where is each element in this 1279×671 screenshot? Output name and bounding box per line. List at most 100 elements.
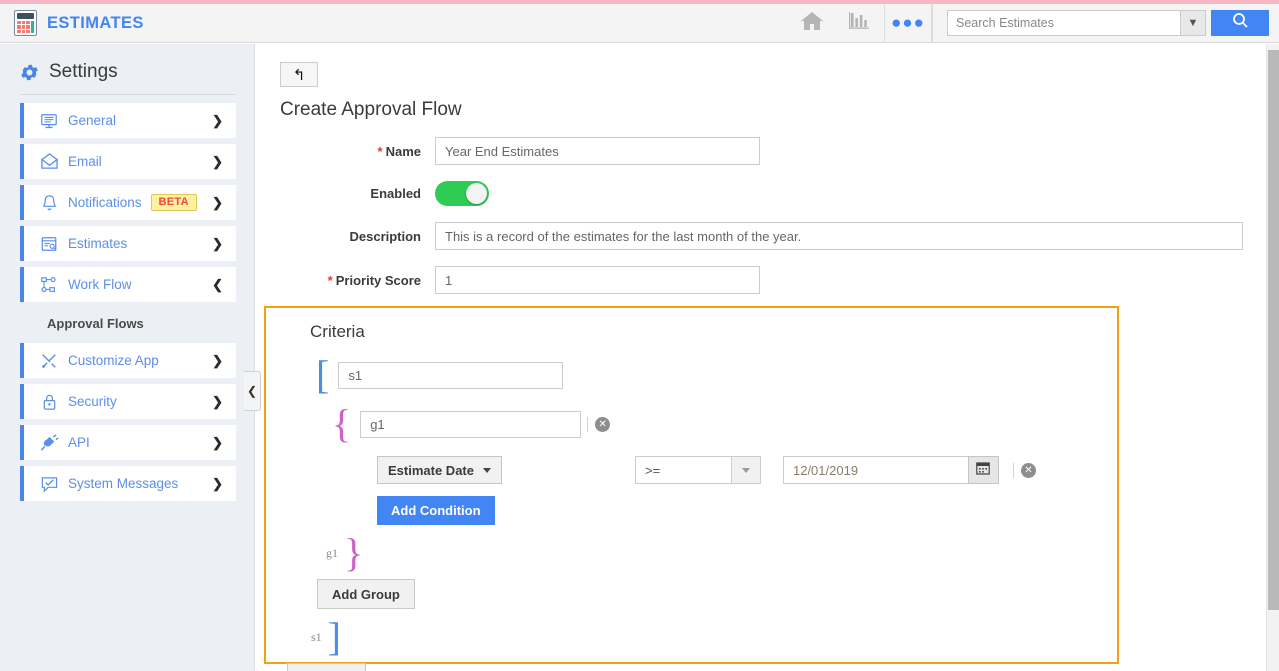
required-marker: * — [328, 273, 333, 288]
magnifier-icon — [1232, 12, 1249, 34]
sidebar-subitem-approval-flows[interactable]: Approval Flows — [0, 308, 254, 343]
search-button[interactable] — [1211, 10, 1269, 36]
group-open-bracket: { — [332, 404, 351, 444]
sidebar-title: Settings — [49, 61, 118, 83]
condition-row: Estimate Date >= — [377, 456, 1117, 484]
home-button[interactable] — [788, 4, 836, 43]
date-input[interactable] — [783, 456, 968, 484]
chevron-right-icon: ❯ — [212, 236, 223, 252]
tools-icon — [36, 352, 62, 370]
reports-button[interactable] — [836, 4, 884, 43]
add-condition-button[interactable]: Add Condition — [377, 496, 495, 525]
flow-icon — [36, 276, 62, 294]
add-group-button[interactable]: Add Group — [317, 579, 415, 609]
search-area: ▼ — [932, 4, 1279, 43]
comment-check-icon — [36, 475, 62, 493]
name-label: *Name — [256, 144, 435, 159]
sidebar-item-customize-app[interactable]: Customize App ❯ — [20, 343, 236, 378]
chevron-right-icon: ❯ — [212, 435, 223, 451]
brand: ESTIMATES — [0, 10, 144, 36]
sidebar-item-label: Email — [68, 154, 102, 169]
enabled-toggle[interactable] — [435, 181, 489, 206]
chevron-down-icon: ▼ — [1188, 17, 1199, 29]
ellipsis-icon: ●●● — [891, 13, 925, 33]
sidebar-item-security[interactable]: Security ❯ — [20, 384, 236, 419]
condition-field-dropdown[interactable]: Estimate Date — [377, 456, 502, 484]
add-set-button[interactable]: Add Set — [287, 663, 366, 671]
sidebar-collapse-toggle[interactable]: ❮ — [244, 371, 261, 411]
sidebar-item-email[interactable]: Email ❯ — [20, 144, 236, 179]
sidebar-item-label: Customize App — [68, 353, 159, 368]
sidebar-item-label: Notifications — [68, 195, 142, 210]
delete-group-icon[interactable]: ✕ — [595, 417, 610, 432]
app-title: ESTIMATES — [47, 14, 144, 33]
sidebar-item-label: General — [68, 113, 116, 128]
main-content: ↰ Create Approval Flow *Name Enabled Des… — [256, 44, 1266, 671]
sidebar-item-api[interactable]: API ❯ — [20, 425, 236, 460]
content-scrollbar[interactable] — [1266, 44, 1279, 671]
group-close-bracket: } — [344, 533, 363, 573]
group-close-tag: g1 — [326, 546, 338, 561]
criteria-title: Criteria — [266, 308, 1117, 342]
priority-label: *Priority Score — [256, 273, 435, 288]
chevron-left-icon: ❮ — [247, 384, 257, 398]
chevron-right-icon: ❯ — [212, 394, 223, 410]
delete-condition-icon[interactable]: ✕ — [1021, 463, 1036, 478]
sidebar-item-label: Estimates — [68, 236, 127, 251]
add-set-row: Add Set — [287, 663, 1117, 671]
calendar-button[interactable] — [968, 456, 999, 484]
chevron-right-icon: ❯ — [212, 113, 223, 129]
app-root: ESTIMATES — [0, 0, 1279, 671]
more-button[interactable]: ●●● — [884, 4, 932, 43]
search-scope-dropdown[interactable]: ▼ — [1180, 10, 1206, 36]
name-input[interactable] — [435, 137, 760, 165]
caret-down-icon — [483, 468, 491, 473]
set-name-input[interactable] — [338, 362, 563, 389]
set-close-row: s1 ] — [311, 617, 1117, 657]
add-group-row: Add Group — [317, 579, 1117, 609]
form-row-enabled: Enabled — [256, 181, 1266, 206]
criteria-panel: Criteria [ { ✕ Estimate Date >= — [264, 306, 1119, 664]
page-title: Create Approval Flow — [280, 99, 1266, 121]
lock-icon — [36, 393, 62, 411]
sidebar-item-label: API — [68, 435, 90, 450]
sidebar-item-label: Security — [68, 394, 117, 409]
chevron-right-icon: ❯ — [212, 353, 223, 369]
document-icon — [36, 235, 62, 253]
sidebar-item-general[interactable]: General ❯ — [20, 103, 236, 138]
bar-chart-icon — [848, 10, 872, 37]
scrollbar-thumb[interactable] — [1268, 50, 1279, 610]
bell-icon — [36, 194, 62, 212]
monitor-icon — [36, 112, 62, 130]
settings-sidebar: Settings General ❯ Email ❯ Notifications… — [0, 44, 255, 671]
back-button[interactable]: ↰ — [280, 62, 318, 87]
sidebar-header: Settings — [0, 44, 254, 94]
form-row-priority: *Priority Score — [256, 266, 1266, 294]
sidebar-item-notifications[interactable]: Notifications BETA ❯ — [20, 185, 236, 220]
condition-operator: >= — [635, 456, 761, 484]
condition-date — [783, 456, 999, 484]
sidebar-item-label: Work Flow — [68, 277, 132, 292]
sidebar-item-system-messages[interactable]: System Messages ❯ — [20, 466, 236, 501]
operator-dropdown-button[interactable] — [732, 456, 761, 484]
description-input[interactable] — [435, 222, 1243, 250]
envelope-icon — [36, 153, 62, 170]
sidebar-item-work-flow[interactable]: Work Flow ❮ — [20, 267, 236, 302]
form-row-name: *Name — [256, 137, 1266, 165]
search-input[interactable] — [947, 10, 1180, 36]
priority-input[interactable] — [435, 266, 760, 294]
back-arrow-icon: ↰ — [293, 66, 306, 84]
home-icon — [799, 9, 825, 38]
caret-down-icon — [742, 468, 750, 473]
app-header: ESTIMATES — [0, 4, 1279, 43]
form-row-description: Description — [256, 222, 1266, 250]
calendar-icon — [976, 461, 990, 480]
sidebar-item-estimates[interactable]: Estimates ❯ — [20, 226, 236, 261]
group-row: { ✕ — [332, 404, 1117, 444]
group-name-input[interactable] — [360, 411, 581, 438]
plug-icon — [36, 434, 62, 452]
group-close-row: g1 } — [326, 533, 1117, 573]
gear-icon — [19, 62, 40, 83]
operator-select[interactable]: >= — [635, 456, 732, 484]
set-close-bracket: ] — [328, 617, 341, 657]
